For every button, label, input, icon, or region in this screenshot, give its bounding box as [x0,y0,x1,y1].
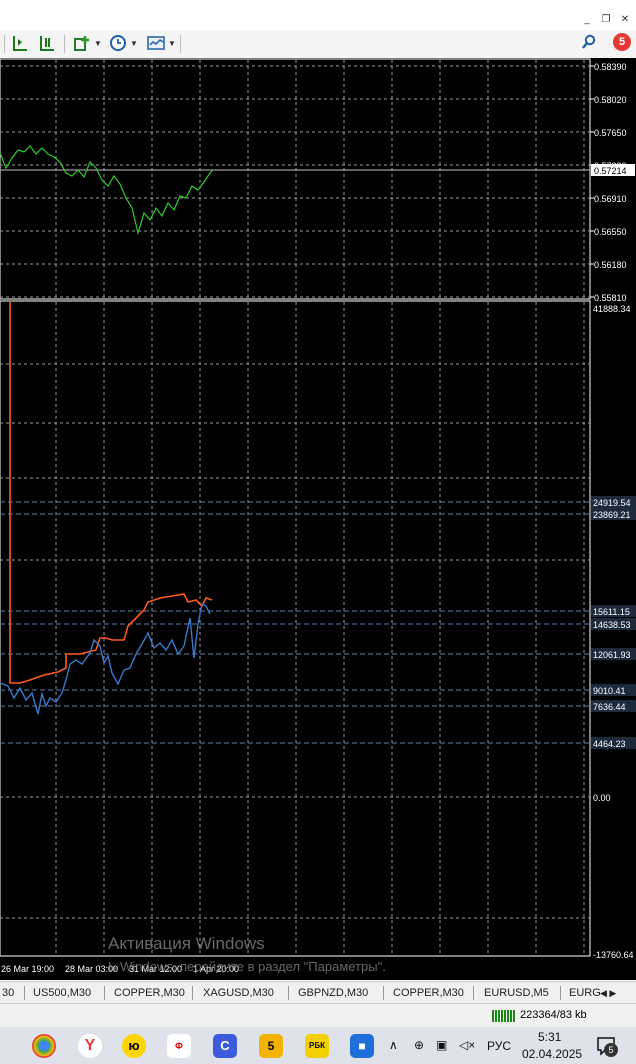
symbol-tab[interactable]: XAGUSD,M30 [203,986,274,1000]
top-strip [0,0,636,10]
toolbar: ▼ ▼ ▼ [0,30,636,59]
language-indicator[interactable]: РУС [487,1039,511,1053]
toolbar-separator [180,35,181,53]
notification-badge[interactable]: 5 [613,33,631,51]
close-button[interactable]: ✕ [618,13,632,27]
symbol-tab[interactable]: EURG [569,986,601,1000]
windows-activation-subtitle: Ь Windows, перейдите в раздел "Параметры… [108,959,386,974]
equity-level-label: 0.00 [593,793,611,803]
symbol-tab[interactable]: 30 [2,986,14,1000]
chart-area[interactable]: 0.583900.580200.576500.572800.569100.565… [0,58,636,980]
chevron-down-icon[interactable]: ▼ [94,34,102,54]
equity-level-label: -13760.64 [593,950,634,960]
security-icon[interactable]: ⊕ [414,1038,424,1052]
toolbar-separator [4,35,5,53]
equity-level-label: 15611.15 [593,607,630,617]
price-tick-label: 0.58390 [594,62,627,72]
clock-date[interactable]: 02.04.2025 [522,1047,582,1061]
tray-chevron-up-icon[interactable]: ∧ [389,1038,398,1052]
network-icon[interactable]: ▣ [436,1038,447,1052]
equity-level-label: 23869.21 [593,510,631,520]
price-tick-label: 0.57650 [594,128,627,138]
chart-shift-icon[interactable] [10,34,30,54]
equity-panel: 41888.34 24919.54 23869.21 15611.15 14638.53… [0,302,636,960]
finam-icon[interactable]: Ф [167,1034,191,1058]
tab-separator [473,986,474,1000]
volume-muted-icon[interactable]: ◁× [459,1038,475,1052]
connection-status: 223364/83 kb [520,1009,587,1021]
tab-separator [104,986,105,1000]
chevron-down-icon[interactable]: ▼ [168,34,176,54]
yandex-icon[interactable]: ю [122,1034,146,1058]
symbol-tab[interactable]: COPPER,M30 [114,986,185,1000]
equity-level-label: 14638.53 [593,620,631,630]
tab-separator [383,986,384,1000]
tab-separator [288,986,289,1000]
equity-level-label: 41888.34 [593,304,631,314]
chart-canvas[interactable]: 0.583900.580200.576500.572800.569100.565… [0,58,636,980]
minimize-button[interactable]: _ [580,13,594,27]
windows-activation-title: Активация Windows [108,934,265,953]
rbc-icon[interactable]: РБК [305,1034,329,1058]
tab-separator [192,986,193,1000]
symbol-tab[interactable]: GBPNZD,M30 [298,986,368,1000]
equity-level-label: 12061.93 [593,650,631,660]
mdi-window-bar: _ ❐ ✕ [0,10,636,31]
price-tick-label: 0.56180 [594,260,627,270]
price-tick-label: 0.58020 [594,95,627,105]
app-c-icon[interactable]: C [213,1034,237,1058]
tabs-scroll-icon[interactable]: ◀ ▶ [600,986,616,1000]
chart-grid [0,58,591,957]
metatrader5-icon[interactable]: 5 [259,1034,283,1058]
equity-level-label: 7636.44 [593,702,626,712]
chrome-icon[interactable] [32,1034,56,1058]
restore-button[interactable]: ❐ [599,13,613,27]
symbol-tab[interactable]: US500,M30 [33,986,91,1000]
price-panel: 0.583900.580200.576500.572800.569100.565… [0,62,635,303]
equity-level-label: 24919.54 [593,498,631,508]
equity-level-label: 9010.41 [593,686,626,696]
price-panel-frame [0,58,591,300]
search-icon[interactable] [580,34,598,54]
equity-line-series [0,602,211,715]
action-center-icon[interactable]: 5 [596,1036,618,1057]
equity-panel-frame [0,300,591,957]
price-tick-label: 0.56910 [594,194,627,204]
clock-time[interactable]: 5:31 [538,1030,561,1044]
indicators-icon[interactable] [72,34,92,54]
status-bar: 223364/83 kb [0,1003,636,1028]
symbol-tabs-bar: 30 US500,M30 COPPER,M30 XAGUSD,M30 GBPNZ… [0,981,636,1004]
tab-separator [24,986,25,1000]
app-square-icon[interactable]: ■ [350,1034,374,1058]
price-line-series [0,145,214,236]
toolbar-separator [64,35,65,53]
notifications-count: 5 [604,1043,618,1057]
autoscroll-icon[interactable] [37,34,57,54]
current-price-label: 0.57214 [594,166,627,176]
price-tick-label: 0.55810 [594,293,627,303]
symbol-tab[interactable]: COPPER,M30 [393,986,464,1000]
templates-icon[interactable] [145,34,167,54]
chevron-down-icon[interactable]: ▼ [130,34,138,54]
periods-clock-icon[interactable] [108,34,128,54]
time-tick-label: 26 Mar 19:00 [1,964,54,974]
connection-bars-icon [492,1009,516,1022]
symbol-tab[interactable]: EURUSD,M5 [484,986,549,1000]
price-tick-label: 0.56550 [594,227,627,237]
yandex-browser-icon[interactable]: Y [78,1034,102,1058]
windows-taskbar: Y ю Ф C 5 РБК ■ ∧ ⊕ ▣ ◁× РУС 5:31 02.04.… [0,1027,636,1064]
balance-line-series [9,302,213,684]
tab-separator [560,986,561,1000]
equity-level-label: 4464.23 [593,739,626,749]
